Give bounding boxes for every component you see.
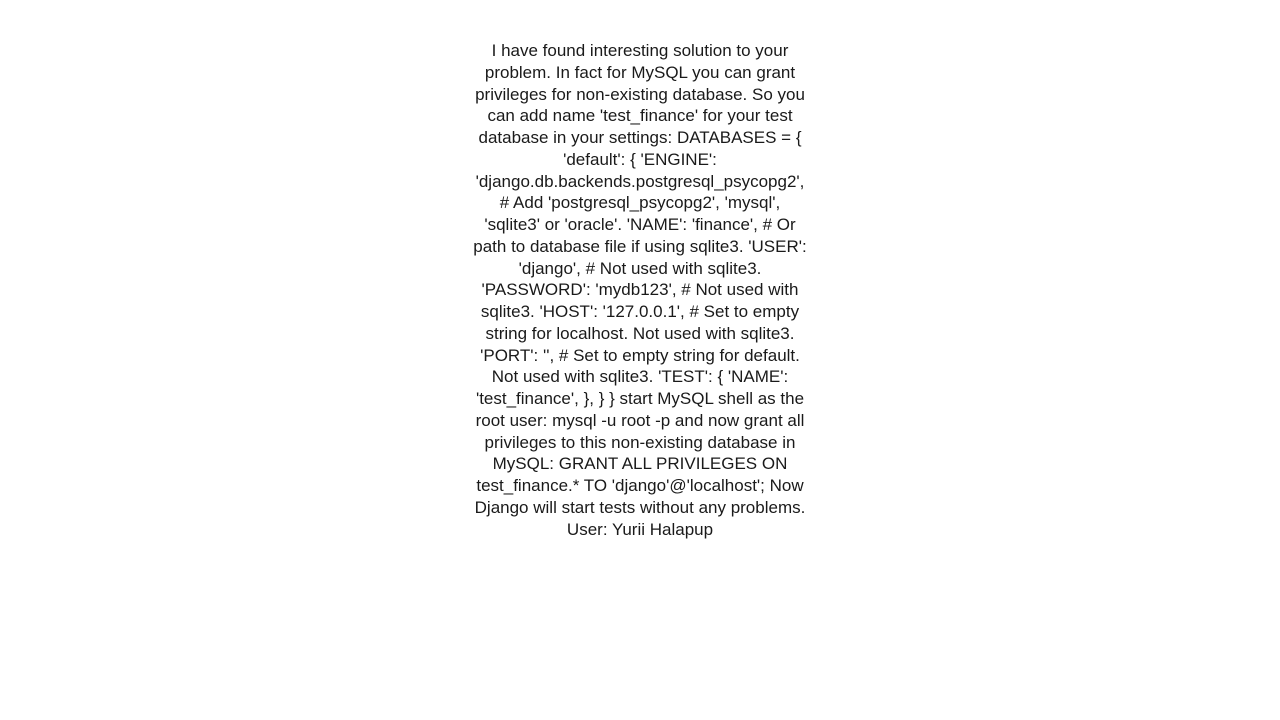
document-body: I have found interesting solution to you… [470, 40, 810, 540]
page: I have found interesting solution to you… [0, 0, 1280, 720]
